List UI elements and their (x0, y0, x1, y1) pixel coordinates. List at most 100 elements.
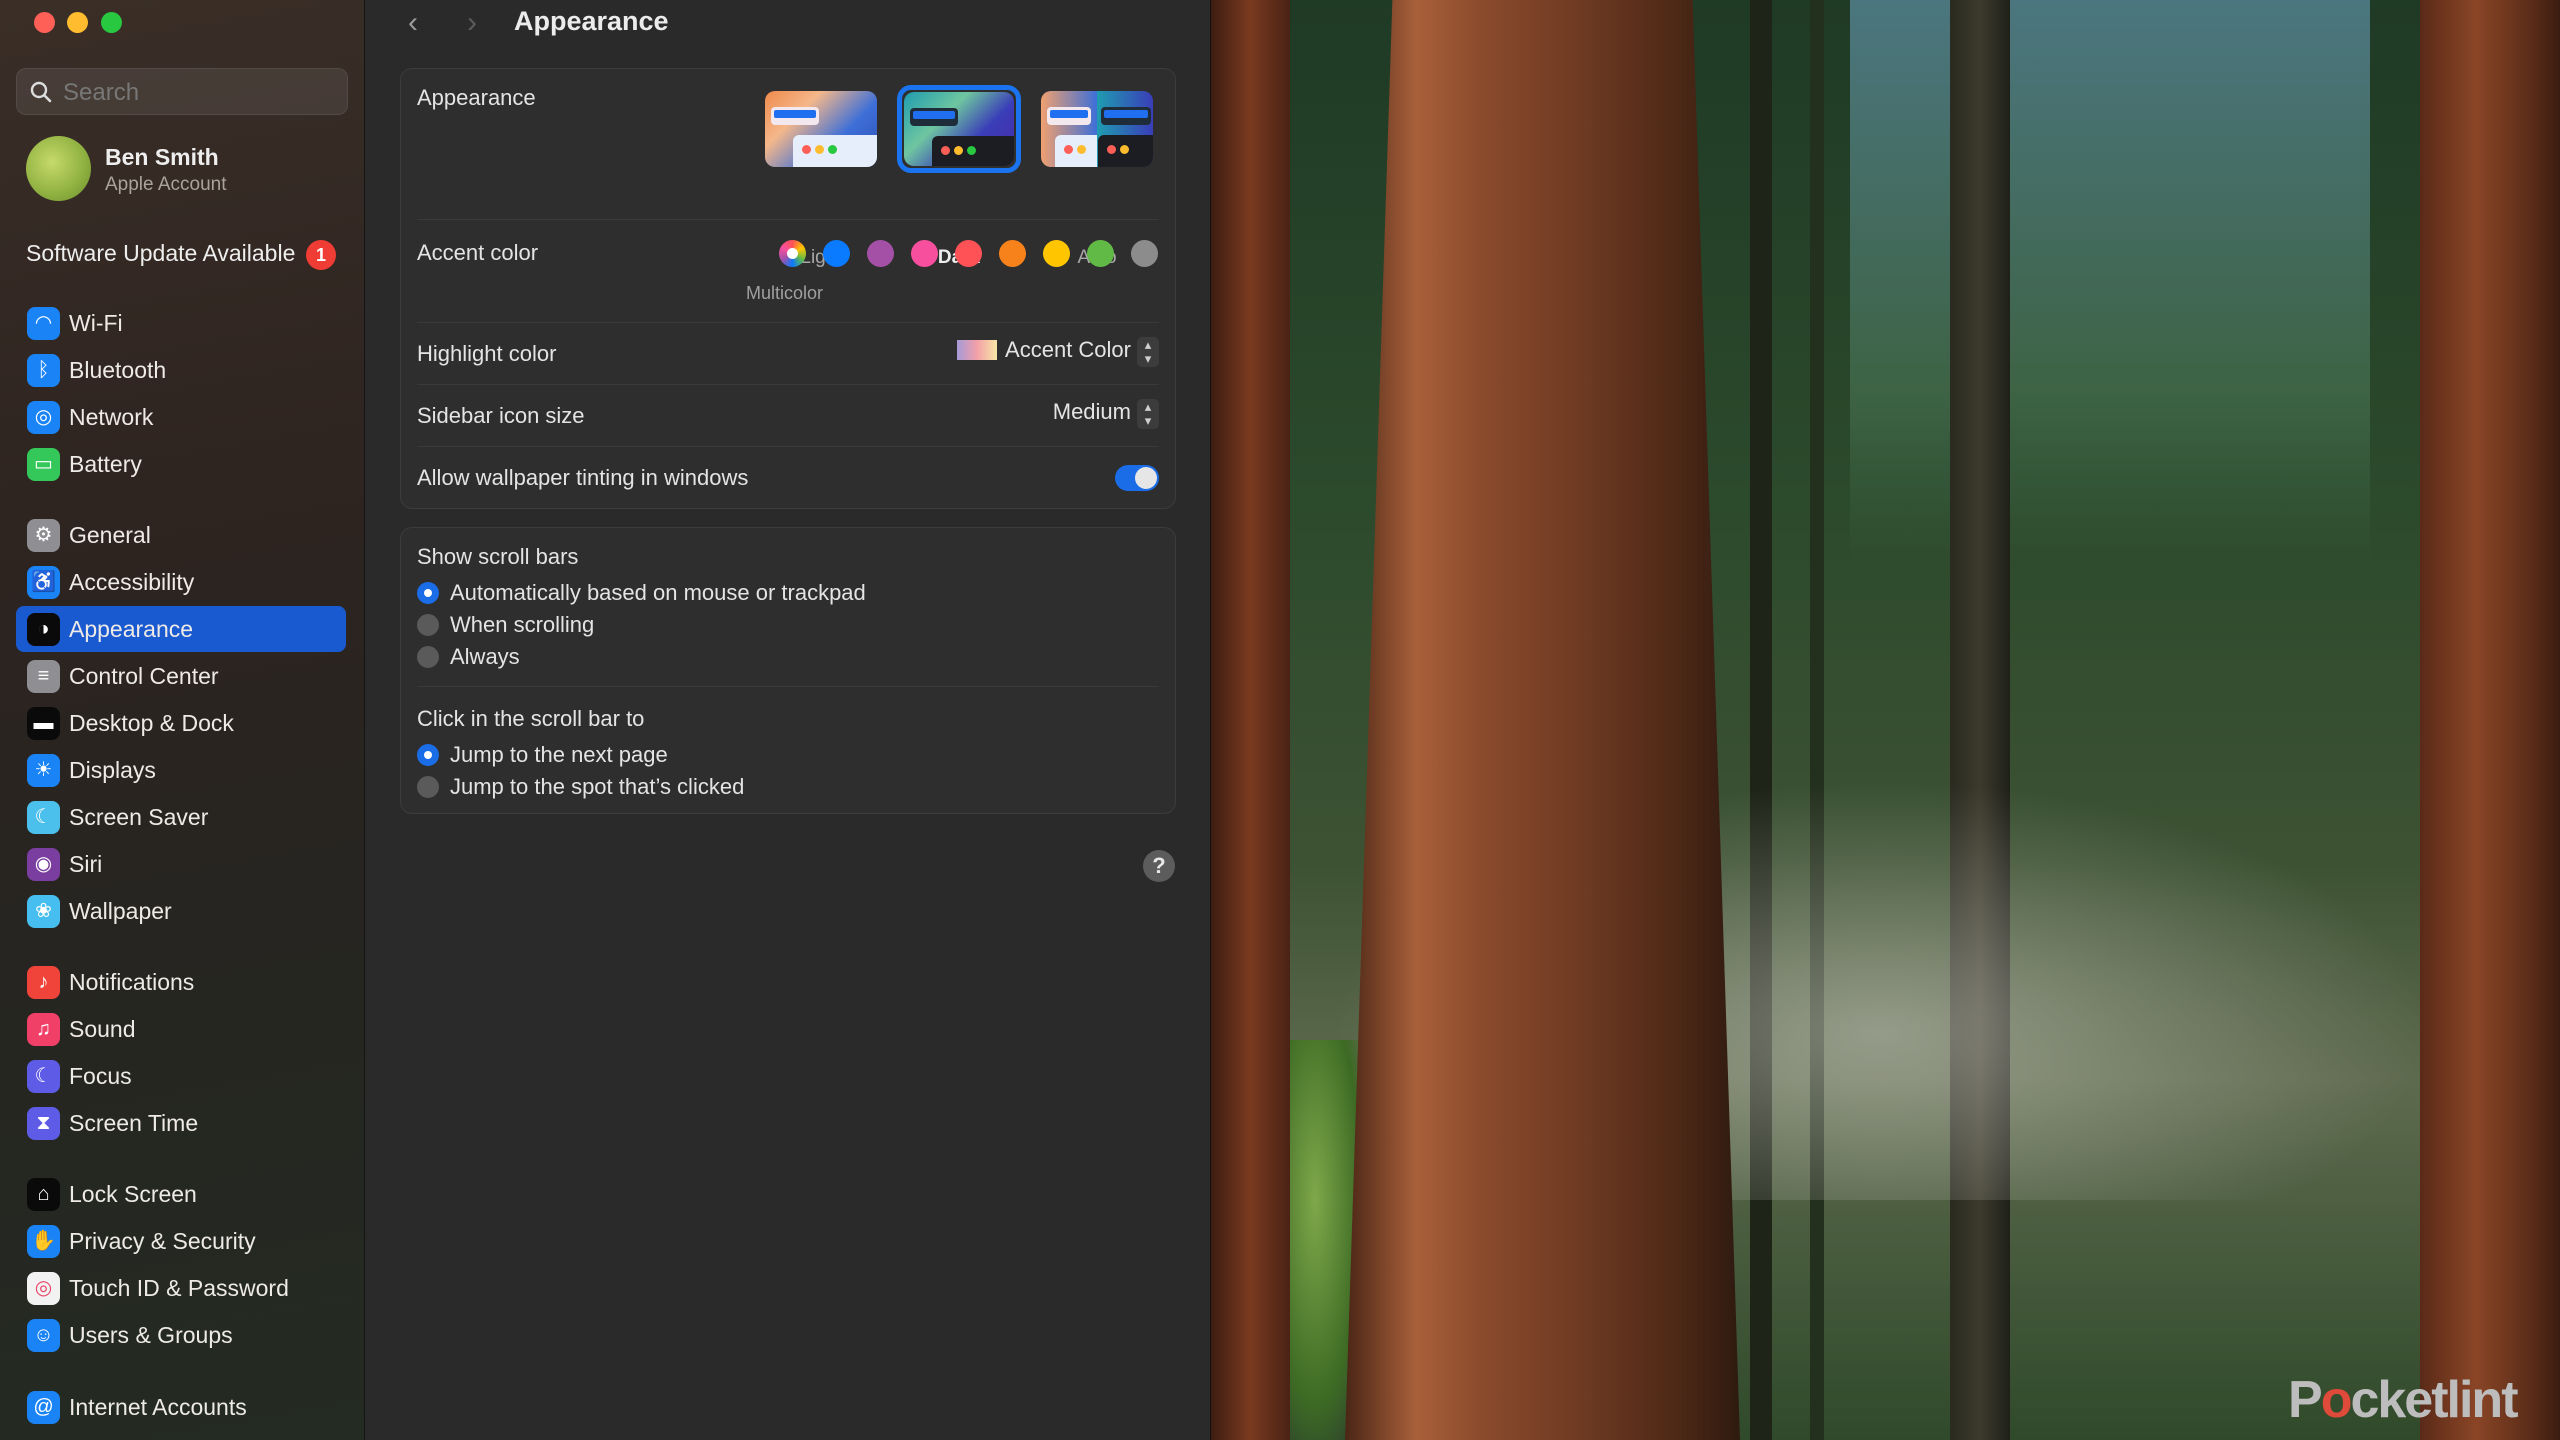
moon-icon: ☾ (27, 1060, 60, 1093)
toggle-knob (1135, 467, 1157, 489)
accent-color-green[interactable] (1087, 240, 1114, 267)
sidebar-item-network[interactable]: ◎ Network (16, 394, 346, 440)
watermark: Pocketlint (2288, 1370, 2519, 1430)
search-input[interactable] (61, 69, 335, 116)
sidebar-item-desktop-dock[interactable]: ▬ Desktop & Dock (16, 700, 346, 746)
radio-label[interactable]: Automatically based on mouse or trackpad (450, 580, 866, 606)
divider (417, 322, 1159, 323)
up-down-chevron-icon: ▴ ▾ (1137, 399, 1159, 429)
zoom-button[interactable] (101, 12, 122, 33)
radio-label[interactable]: Jump to the spot that’s clicked (450, 774, 744, 800)
sidebar-item-label: Privacy & Security (69, 1228, 256, 1254)
sidebar-item-focus[interactable]: ☾ Focus (16, 1053, 346, 1099)
radio-label[interactable]: Always (450, 644, 520, 670)
question-mark-icon: ? (1152, 853, 1166, 878)
sidebar-item-label: Screen Time (69, 1110, 199, 1136)
divider (417, 384, 1159, 385)
appearance-option-light[interactable] (759, 85, 883, 173)
sidebar-item-screen-saver[interactable]: ☾ Screen Saver (16, 794, 346, 840)
wallpaper-tree (1810, 0, 1824, 1440)
sidebar-item-sound[interactable]: ♫ Sound (16, 1006, 346, 1052)
sidebar-item-displays[interactable]: ☀ Displays (16, 747, 346, 793)
dock-icon: ▬ (27, 707, 60, 740)
divider (417, 219, 1159, 220)
accent-color-red[interactable] (955, 240, 982, 267)
accent-color-blue[interactable] (823, 240, 850, 267)
click-scroll-bar-label: Click in the scroll bar to (417, 706, 645, 731)
minimize-button[interactable] (67, 12, 88, 33)
sidebar-item-notifications[interactable]: ♪ Notifications (16, 959, 346, 1005)
screen-saver-icon: ☾ (27, 801, 60, 834)
accent-color-orange[interactable] (999, 240, 1026, 267)
sidebar-icon-size-value: Medium (1052, 399, 1131, 424)
sidebar-item-appearance[interactable]: ◑ Appearance (16, 606, 346, 652)
forward-button[interactable]: › (457, 6, 487, 40)
wallpaper-tinting-label: Allow wallpaper tinting in windows (417, 465, 749, 490)
sidebar-item-wallpaper[interactable]: ❀ Wallpaper (16, 888, 346, 934)
watermark-power-icon: o (2320, 1371, 2353, 1429)
siri-icon: ◉ (27, 848, 60, 881)
wallpaper-tinting-toggle[interactable] (1115, 465, 1159, 491)
appearance-option-auto[interactable] (1035, 85, 1159, 173)
radio-button[interactable] (417, 646, 439, 668)
accent-color-yellow[interactable] (1043, 240, 1070, 267)
radio-button[interactable] (417, 744, 439, 766)
accent-color-purple[interactable] (867, 240, 894, 267)
sidebar-item-label: Lock Screen (69, 1181, 197, 1207)
sidebar-item-siri[interactable]: ◉ Siri (16, 841, 346, 887)
search-field[interactable] (16, 68, 348, 116)
sidebar-item-general[interactable]: ⚙ General (16, 512, 346, 558)
sidebar-item-battery[interactable]: ▭ Battery (16, 441, 346, 487)
preview-window (1055, 135, 1097, 167)
at-icon: @ (27, 1391, 60, 1424)
sidebar-icon-size-popup[interactable]: Medium ▴ ▾ (1053, 399, 1159, 429)
sidebar-item-touch-id-password[interactable]: ◎ Touch ID & Password (16, 1265, 346, 1311)
chevron-left-icon: ‹ (408, 6, 418, 39)
sidebar-item-wi-fi[interactable]: ◠ Wi-Fi (16, 300, 346, 346)
divider (417, 686, 1159, 687)
sidebar-item-privacy-security[interactable]: ✋ Privacy & Security (16, 1218, 346, 1264)
close-button[interactable] (34, 12, 55, 33)
hand-icon: ✋ (27, 1225, 60, 1258)
sidebar-item-bluetooth[interactable]: ᛒ Bluetooth (16, 347, 346, 393)
back-button[interactable]: ‹ (398, 6, 428, 40)
highlight-color-value: Accent Color (1005, 337, 1131, 362)
appearance-option-dark[interactable] (897, 85, 1021, 173)
radio-label[interactable]: When scrolling (450, 612, 594, 638)
sidebar-item-internet-accounts[interactable]: @ Internet Accounts (16, 1384, 346, 1430)
sidebar-item-screen-time[interactable]: ⧗ Screen Time (16, 1100, 346, 1146)
software-update-label: Software Update Available (26, 240, 296, 266)
accent-color-graphite[interactable] (1131, 240, 1158, 267)
highlight-color-label: Highlight color (417, 341, 557, 366)
lock-icon: ⌂ (27, 1178, 60, 1211)
watermark-text: cketlint (2350, 1371, 2518, 1429)
apple-account[interactable]: Ben Smith Apple Account (26, 136, 346, 202)
accent-color-multicolor[interactable] (779, 240, 806, 267)
account-name: Ben Smith (105, 144, 219, 170)
preview-menubar (1047, 107, 1091, 125)
scroll-bars-card: Show scroll bars Automatically based on … (400, 527, 1176, 814)
radio-button[interactable] (417, 582, 439, 604)
sidebar-item-label: Notifications (69, 969, 195, 995)
software-update-item[interactable]: Software Update Available 1 (26, 240, 346, 272)
sidebar-item-label: Control Center (69, 663, 219, 689)
wifi-icon: ◠ (27, 307, 60, 340)
sidebar-item-control-center[interactable]: ≡ Control Center (16, 653, 346, 699)
users-icon: ☺ (27, 1319, 60, 1352)
radio-button[interactable] (417, 614, 439, 636)
main-pane: ‹ › Appearance Appearance Light Accent c… (365, 0, 1210, 1440)
globe-icon: ◎ (27, 401, 60, 434)
radio-button[interactable] (417, 776, 439, 798)
help-button[interactable]: ? (1143, 850, 1175, 882)
highlight-color-popup[interactable]: Accent Color ▴ ▾ (957, 337, 1159, 367)
sidebar-item-lock-screen[interactable]: ⌂ Lock Screen (16, 1171, 346, 1217)
wallpaper-tree (1345, 0, 1740, 1440)
sidebar-item-users-groups[interactable]: ☺ Users & Groups (16, 1312, 346, 1358)
sidebar-item-accessibility[interactable]: ♿ Accessibility (16, 559, 346, 605)
control-center-icon: ≡ (27, 660, 60, 693)
preview-window (1098, 135, 1153, 167)
radio-label[interactable]: Jump to the next page (450, 742, 668, 768)
accent-color-pink[interactable] (911, 240, 938, 267)
preview-window (793, 135, 877, 167)
battery-icon: ▭ (27, 448, 60, 481)
